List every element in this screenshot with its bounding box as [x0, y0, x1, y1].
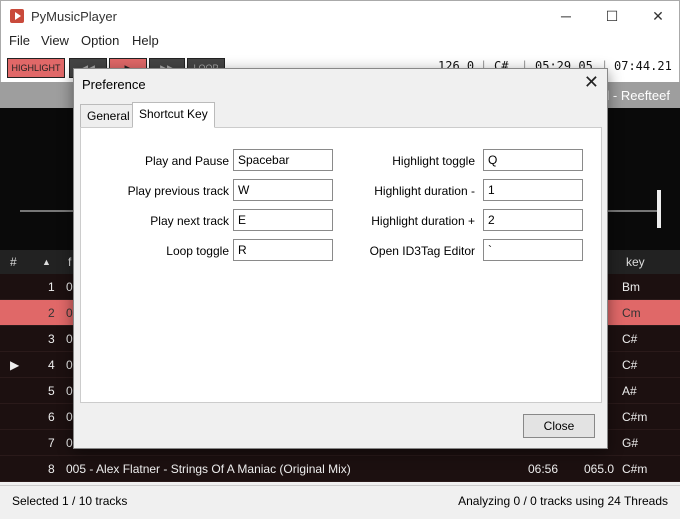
minimize-button[interactable]: ─ — [543, 1, 589, 31]
row-key: C# — [622, 358, 638, 372]
label-highlight-toggle: Highlight toggle — [392, 154, 475, 168]
now-playing-icon: ▶ — [10, 358, 20, 372]
maximize-button[interactable]: ☐ — [589, 1, 635, 31]
window-close-button[interactable]: ✕ — [635, 1, 680, 31]
dialog-title: Preference — [82, 77, 146, 92]
row-key: C#m — [622, 410, 648, 424]
menu-option[interactable]: Option — [81, 33, 119, 48]
row-key: Bm — [622, 280, 640, 294]
now-playing-title: d - Reefteef — [602, 88, 670, 103]
tab-shortcut-key[interactable]: Shortcut Key — [132, 102, 215, 128]
row-title: 005 - Alex Flatner - Strings Of A Maniac… — [66, 462, 351, 476]
close-button[interactable]: Close — [523, 414, 595, 438]
row-number: 4 — [48, 358, 55, 372]
label-highlight-duration-minus: Highlight duration - — [374, 184, 475, 198]
menu-bar: File View Option Help — [0, 31, 680, 52]
label-play-previous: Play previous track — [127, 184, 229, 198]
tab-general[interactable]: General — [80, 104, 137, 128]
highlight-duration-plus-field[interactable] — [483, 209, 583, 231]
row-key: G# — [622, 436, 639, 450]
row-number: 6 — [48, 410, 55, 424]
row-number: 7 — [48, 436, 55, 450]
open-id3tag-editor-field[interactable] — [483, 239, 583, 261]
label-play-pause: Play and Pause — [144, 154, 229, 168]
duration-readout: 07:44.21 — [614, 59, 672, 73]
table-row[interactable]: 8 005 - Alex Flatner - Strings Of A Mania… — [0, 456, 680, 482]
highlight-duration-minus-field[interactable] — [483, 179, 583, 201]
app-logo-icon — [10, 9, 24, 23]
row-key: C# — [622, 332, 638, 346]
analysis-status: Analyzing 0 / 0 tracks using 24 Threads — [458, 494, 668, 508]
status-bar: Selected 1 / 10 tracks Analyzing 0 / 0 t… — [0, 485, 680, 519]
label-loop-toggle: Loop toggle — [166, 244, 229, 258]
playhead-cursor[interactable] — [657, 190, 661, 228]
row-key: Cm — [622, 306, 641, 320]
row-number: 5 — [48, 384, 55, 398]
dialog-close-icon[interactable]: ✕ — [584, 72, 599, 93]
label-open-id3tag-editor: Open ID3Tag Editor — [369, 244, 475, 258]
shortcut-key-panel: Play and Pause Play previous track Play … — [80, 127, 602, 403]
menu-file[interactable]: File — [9, 33, 30, 48]
window-title: PyMusicPlayer — [31, 9, 117, 24]
row-time: 06:56 — [528, 462, 559, 476]
highlight-button[interactable]: HIGHLIGHT — [7, 58, 65, 78]
column-number[interactable]: # — [10, 255, 17, 269]
preference-dialog: Preference ✕ General Shortcut Key Play a… — [73, 68, 608, 449]
row-number: 8 — [48, 462, 55, 476]
row-number: 2 — [48, 306, 55, 320]
sort-ascending-icon[interactable]: ▲ — [42, 257, 51, 267]
title-bar: PyMusicPlayer ─ ☐ ✕ — [0, 0, 680, 31]
row-number: 1 — [48, 280, 55, 294]
row-number: 3 — [48, 332, 55, 346]
menu-help[interactable]: Help — [132, 33, 159, 48]
label-play-next: Play next track — [150, 214, 229, 228]
column-key[interactable]: key — [626, 255, 645, 269]
row-bpm: 065.0 — [584, 462, 615, 476]
highlight-toggle-field[interactable] — [483, 149, 583, 171]
row-key: C#m — [622, 462, 648, 476]
label-highlight-duration-plus: Highlight duration + — [371, 214, 475, 228]
row-key: A# — [622, 384, 637, 398]
selection-status: Selected 1 / 10 tracks — [12, 494, 128, 508]
menu-view[interactable]: View — [41, 33, 69, 48]
